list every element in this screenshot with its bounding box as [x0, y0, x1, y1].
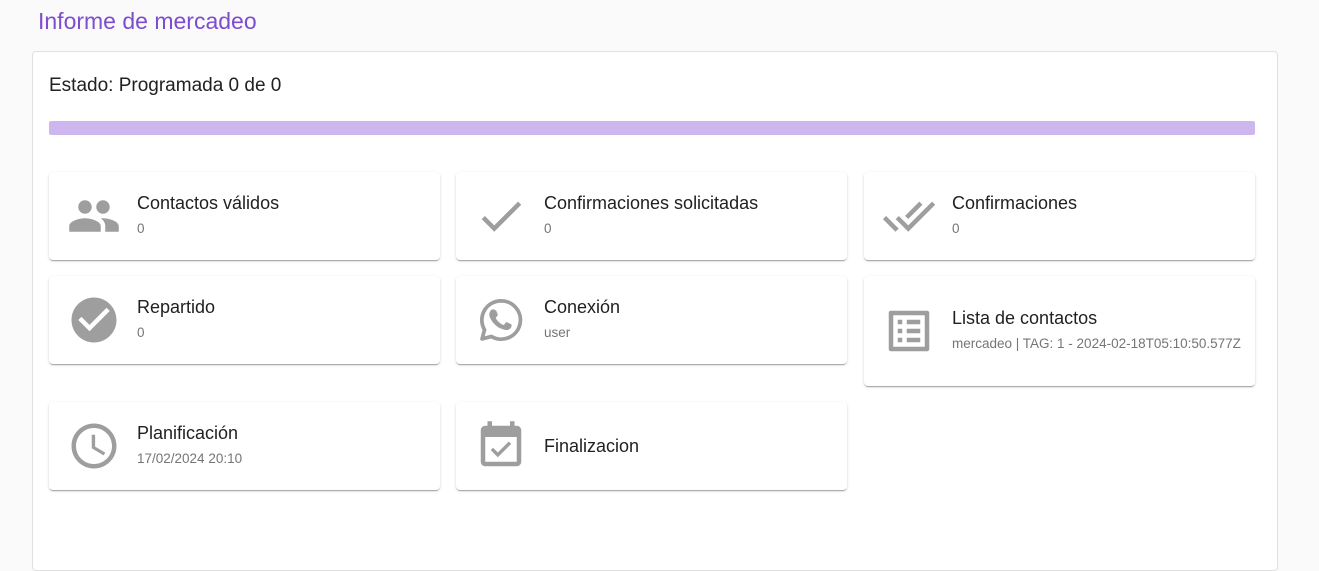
card-conexion: Conexión user [456, 276, 847, 364]
card-value: 17/02/2024 20:10 [137, 451, 243, 466]
card-value: 0 [137, 221, 145, 236]
card-value: 0 [952, 221, 960, 236]
card-label: Contactos válidos [137, 193, 280, 213]
card-confirmaciones: Confirmaciones 0 [864, 172, 1255, 260]
card-repartido: Repartido 0 [49, 276, 440, 364]
check-circle-icon [67, 293, 121, 347]
people-icon [67, 189, 121, 243]
clock-icon [67, 419, 121, 473]
event-available-icon [474, 419, 528, 473]
card-value: 0 [137, 325, 145, 340]
card-contactos-validos: Contactos válidos 0 [49, 172, 440, 260]
check-icon [474, 189, 528, 243]
card-planificacion: Planificación 17/02/2024 20:10 [49, 402, 440, 490]
card-value: mercadeo | TAG: 1 - 2024-02-18T05:10:50.… [952, 336, 1241, 351]
card-label: Finalizacion [544, 436, 640, 456]
status-text: Estado: Programada 0 de 0 [49, 75, 282, 96]
card-finalizacion: Finalizacion [456, 402, 847, 490]
card-label: Repartido [137, 297, 216, 317]
card-label: Confirmaciones solicitadas [544, 193, 759, 213]
report-panel: Estado: Programada 0 de 0 Contactos váli… [32, 51, 1278, 571]
page-title: Informe de mercadeo [38, 8, 257, 34]
list-alt-icon [882, 304, 936, 358]
double-check-icon [882, 189, 936, 243]
progress-bar [49, 121, 1255, 135]
whatsapp-icon [474, 293, 528, 347]
card-label: Conexión [544, 297, 621, 317]
card-lista-de-contactos: Lista de contactos mercadeo | TAG: 1 - 2… [864, 276, 1255, 386]
card-label: Lista de contactos [952, 308, 1098, 328]
card-value: 0 [544, 221, 552, 236]
card-label: Planificación [137, 423, 239, 443]
card-value: user [544, 325, 571, 340]
card-label: Confirmaciones [952, 193, 1078, 213]
card-confirmaciones-solicitadas: Confirmaciones solicitadas 0 [456, 172, 847, 260]
